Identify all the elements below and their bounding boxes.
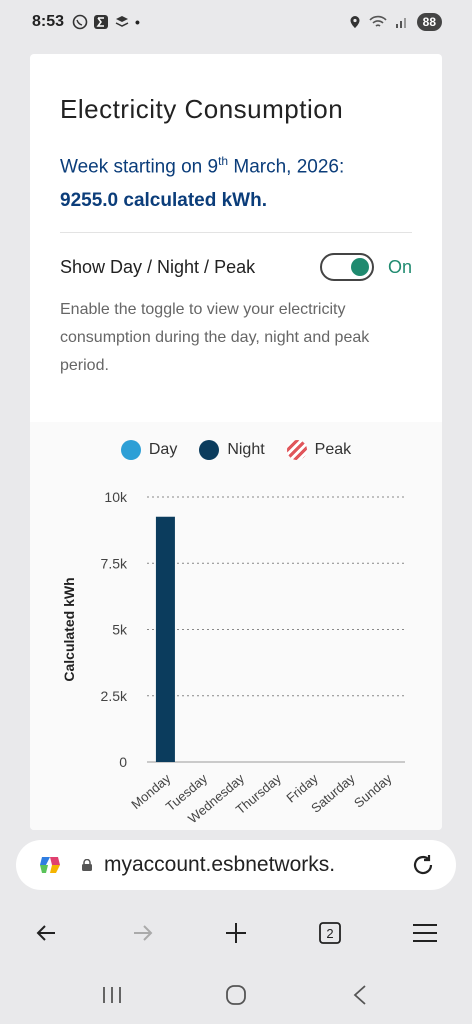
home-button[interactable]	[216, 975, 256, 1015]
system-back-button[interactable]	[340, 975, 380, 1015]
toggle-state: On	[387, 256, 412, 277]
menu-button[interactable]	[405, 913, 445, 953]
chevron-left-icon	[353, 985, 366, 1005]
y-tick-label: 2.5k	[101, 688, 128, 704]
recent-apps-button[interactable]	[92, 975, 132, 1015]
lock-icon	[82, 859, 92, 871]
page-card: Electricity Consumption Week starting on…	[30, 54, 442, 830]
system-navigation	[0, 966, 472, 1024]
copilot-icon[interactable]	[36, 851, 64, 879]
legend-swatch-night	[199, 440, 220, 460]
status-time: 8:53	[32, 13, 65, 30]
chart-area: Day Night Peak 0 2.5k 5k 7.5k 10k Calculated …	[30, 422, 442, 830]
arrow-left-icon	[36, 925, 56, 941]
legend-item-peak[interactable]: Peak	[286, 440, 351, 460]
legend-swatch-day	[120, 440, 141, 460]
y-tick-label: 0	[119, 754, 127, 770]
sigma-app-icon	[94, 15, 109, 29]
chart-legend: Day Night Peak	[30, 440, 442, 460]
reload-icon[interactable]	[410, 852, 436, 878]
stack-app-icon	[115, 16, 129, 27]
url-text[interactable]: myaccount.esbnetworks.	[104, 853, 410, 877]
tabs-icon: 2	[319, 922, 342, 944]
forward-button[interactable]	[122, 913, 162, 953]
back-button[interactable]	[27, 913, 67, 953]
legend-swatch-peak	[286, 440, 307, 460]
y-tick-label: 7.5k	[101, 555, 128, 571]
battery-indicator: 88	[416, 13, 442, 31]
y-tick-label: 5k	[112, 622, 128, 638]
arrow-right-icon	[133, 925, 152, 941]
toggle-label: Show Day / Night / Peak	[60, 256, 256, 277]
plus-icon	[225, 923, 246, 943]
consumption-chart: 02.5k5k7.5k10kCalculated kWhMondayTuesda…	[61, 489, 405, 826]
address-bar[interactable]: myaccount.esbnetworks.	[16, 840, 456, 890]
total-kwh: 9255.0 calculated kWh.	[60, 190, 267, 211]
new-tab-button[interactable]	[216, 913, 256, 953]
y-tick-label: 10k	[104, 489, 128, 505]
location-icon	[350, 16, 360, 28]
toggle-knob	[350, 258, 369, 276]
address-bar-area: myaccount.esbnetworks.	[0, 830, 472, 900]
divider	[60, 232, 412, 233]
signal-icon	[395, 18, 406, 28]
x-tick-label: Sunday	[351, 770, 395, 810]
legend-item-night[interactable]: Night	[199, 440, 265, 460]
recent-apps-icon	[103, 987, 121, 1003]
whatsapp-icon	[72, 14, 88, 30]
legend-item-day[interactable]: Day	[120, 440, 177, 460]
page-title: Electricity Consumption	[60, 94, 344, 124]
toggle-help-text: Enable the toggle to view your electrici…	[60, 301, 370, 374]
notification-dot-icon: •	[135, 14, 140, 30]
y-axis-label: Calculated kWh	[61, 577, 77, 681]
wifi-icon	[369, 15, 387, 27]
tab-count: 2	[327, 926, 334, 941]
toggle-row: Show Day / Night / Peak On	[60, 252, 412, 282]
tabs-button[interactable]: 2	[310, 913, 350, 953]
status-bar: 8:53 • 88	[0, 0, 472, 44]
home-icon	[226, 985, 246, 1005]
bar-night-monday	[155, 516, 175, 762]
day-night-peak-toggle[interactable]	[319, 253, 374, 281]
week-heading: Week starting on 9th March, 2026:	[60, 154, 345, 178]
hamburger-icon	[412, 924, 437, 942]
browser-toolbar: 2	[0, 900, 472, 966]
